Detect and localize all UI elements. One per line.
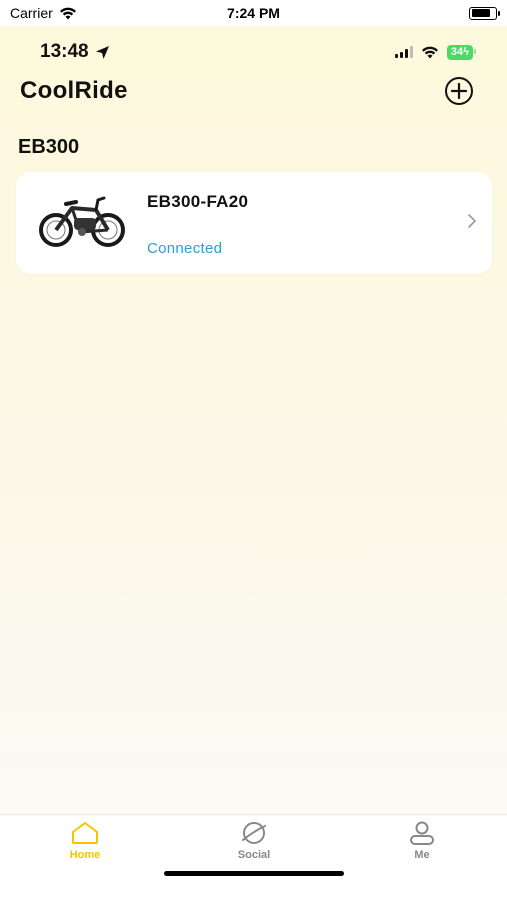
ebike-icon	[39, 196, 125, 247]
device-indicators: 34ϟ	[394, 44, 477, 60]
charging-bolt-icon: ϟ	[463, 45, 469, 58]
wifi-icon	[421, 46, 438, 58]
device-clock-group: 13:48	[40, 41, 110, 63]
chevron-right-icon	[468, 214, 476, 228]
device-status-bar: 13:48 34ϟ	[0, 26, 507, 78]
tab-me-label: Me	[414, 849, 430, 861]
home-indicator[interactable]	[164, 871, 344, 876]
app-screen: 13:48 34ϟ CoolRide EB300 EB300-FA20 Conn…	[0, 26, 507, 814]
person-icon	[410, 821, 434, 845]
battery-level: 34	[450, 45, 464, 58]
charging-battery-icon: 34ϟ	[446, 44, 477, 60]
home-icon	[72, 822, 98, 844]
device-card[interactable]: EB300-FA20 Connected	[16, 172, 492, 274]
carrier-group: Carrier	[10, 5, 77, 21]
connection-status: Connected	[147, 240, 223, 257]
cellular-signal-icon	[394, 46, 413, 58]
device-group-title: EB300	[18, 136, 80, 158]
tab-social-label: Social	[237, 849, 271, 861]
tab-bar: Home Social Me	[0, 814, 507, 900]
battery-icon	[469, 6, 500, 20]
simulator-status-bar: Carrier 7:24 PM	[0, 0, 507, 26]
wifi-icon	[59, 7, 76, 19]
device-clock: 13:48	[40, 41, 89, 62]
add-device-button[interactable]	[445, 77, 473, 105]
app-title: CoolRide	[20, 77, 128, 104]
carrier-label: Carrier	[10, 5, 53, 21]
tab-me[interactable]: Me	[377, 821, 467, 869]
tab-social[interactable]: Social	[209, 821, 299, 869]
device-name: EB300-FA20	[147, 192, 249, 211]
tab-home-label: Home	[69, 849, 101, 861]
tab-home[interactable]: Home	[40, 821, 130, 869]
app-header: CoolRide	[0, 74, 507, 108]
location-arrow-icon	[95, 45, 109, 59]
plus-circle-icon	[451, 83, 467, 99]
planet-icon	[242, 822, 266, 844]
